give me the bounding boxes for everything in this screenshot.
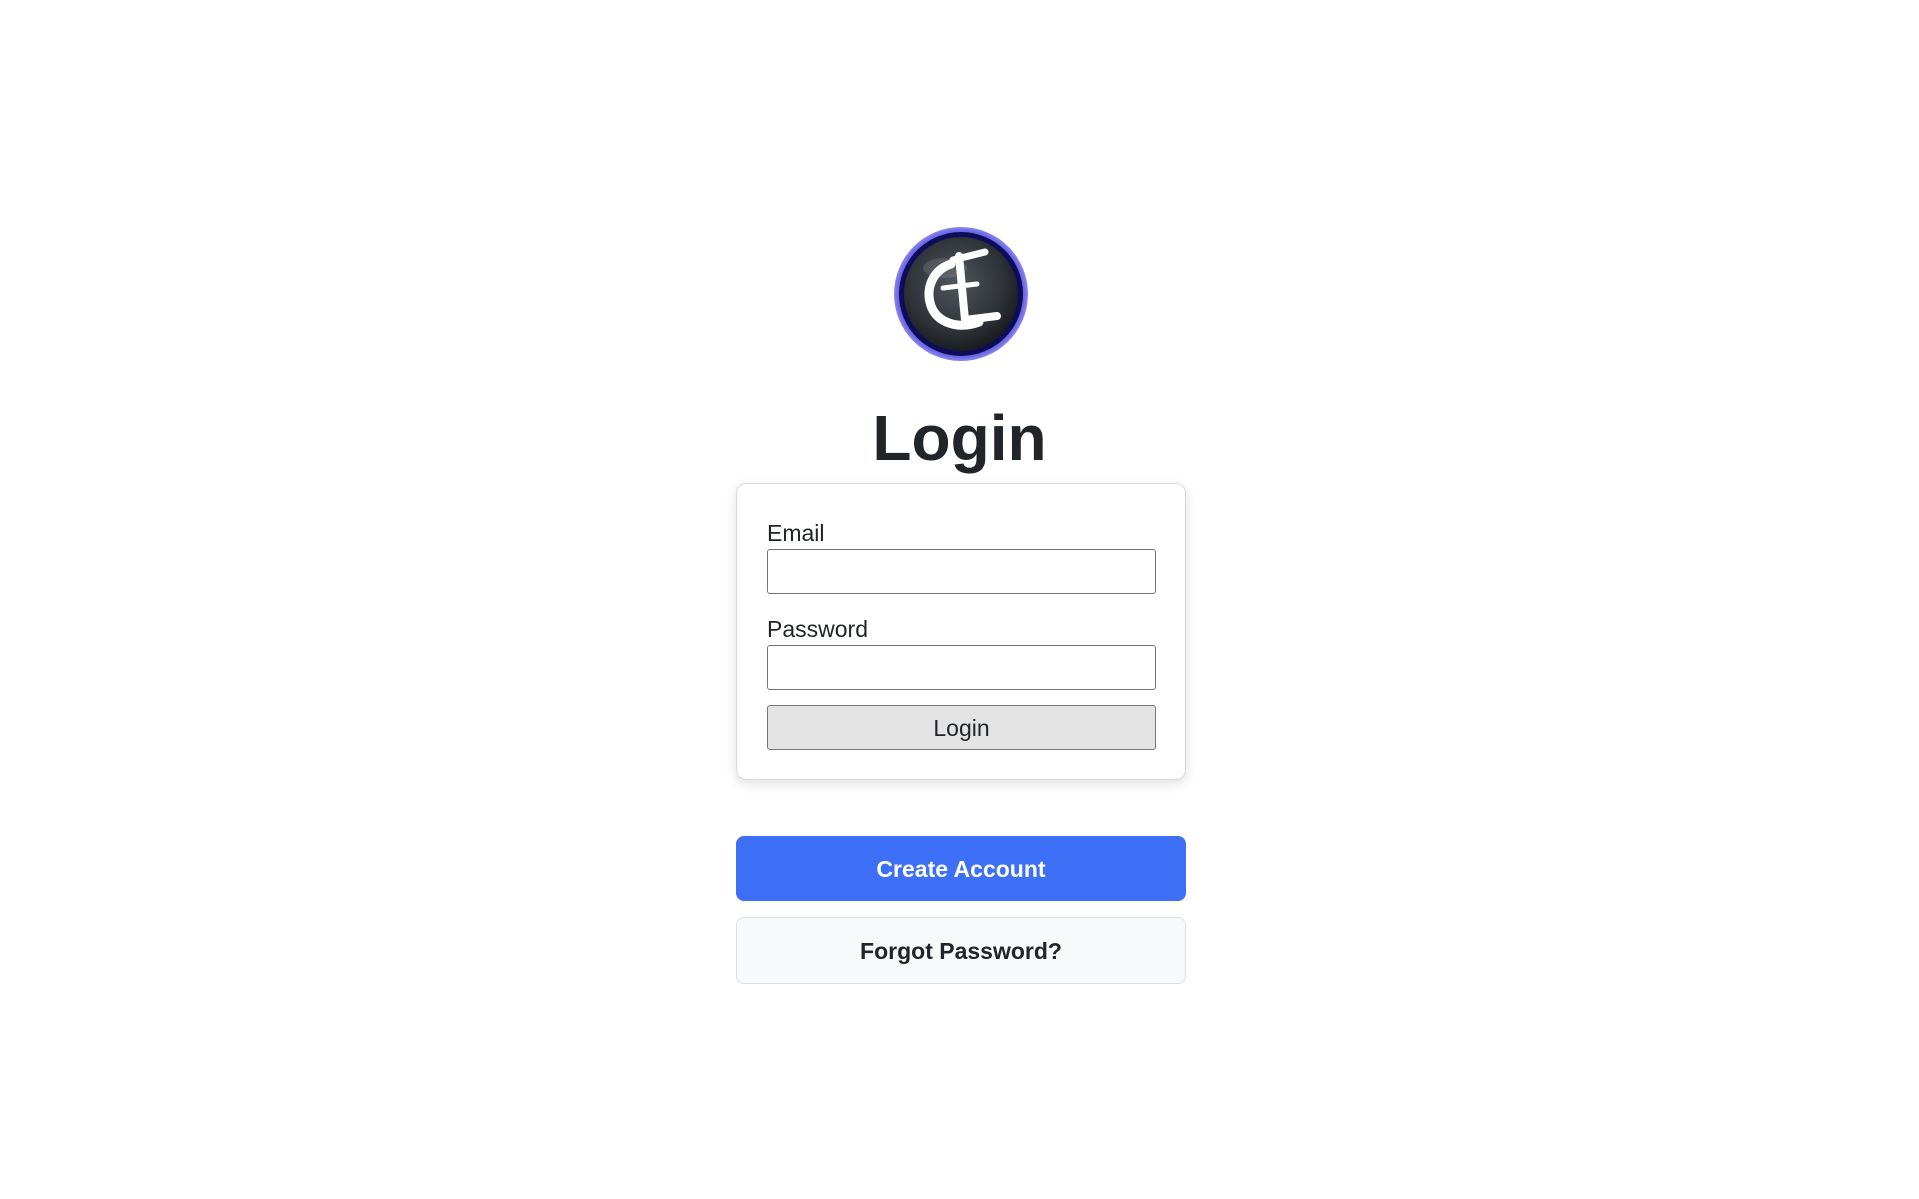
password-label: Password (767, 616, 868, 642)
email-label: Email (767, 520, 825, 546)
login-page: Login Email Password Login Create Accoun… (0, 0, 1919, 1199)
app-logo (893, 226, 1029, 362)
login-button[interactable]: Login (767, 705, 1156, 750)
create-account-button[interactable]: Create Account (736, 836, 1186, 901)
email-field[interactable] (767, 549, 1156, 594)
forgot-password-button[interactable]: Forgot Password? (736, 917, 1186, 984)
cl-monogram-logo-icon (894, 227, 1028, 361)
login-card: Email Password Login (736, 483, 1186, 780)
password-field[interactable] (767, 645, 1156, 690)
page-title: Login (872, 402, 1047, 474)
